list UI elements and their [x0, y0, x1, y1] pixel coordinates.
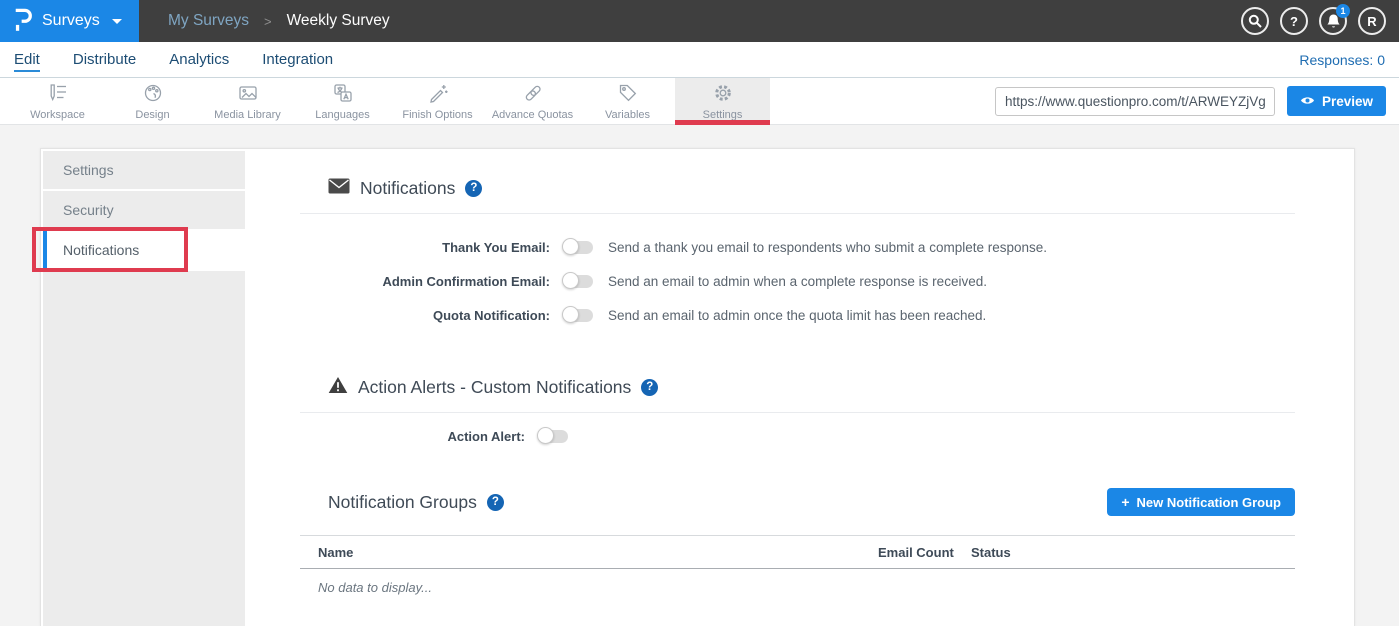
admin-confirmation-email-label: Admin Confirmation Email:	[300, 274, 550, 289]
toolbar-tab-variables[interactable]: Variables	[580, 78, 675, 124]
notification-groups-title: Notification Groups ?	[328, 492, 504, 513]
product-name: Surveys	[42, 12, 100, 30]
action-alert-rows: Action Alert:	[300, 419, 1295, 453]
settings-sidebar: Settings Security Notifications	[41, 149, 245, 626]
product-switcher[interactable]: Surveys	[0, 0, 139, 42]
quota-notification-label: Quota Notification:	[300, 308, 550, 323]
chevron-down-icon	[112, 19, 122, 24]
section-title: Action Alerts - Custom Notifications	[358, 377, 631, 398]
survey-nav: Edit Distribute Analytics Integration Re…	[0, 42, 1399, 78]
column-header-email-count: Email Count	[878, 545, 971, 560]
questionpro-logo-icon	[13, 6, 33, 37]
tab-integration[interactable]: Integration	[262, 51, 333, 68]
action-alert-row: Action Alert:	[300, 419, 1295, 453]
survey-url-input[interactable]	[995, 87, 1275, 116]
thank-you-email-toggle[interactable]	[563, 241, 593, 254]
column-header-status: Status	[971, 545, 1295, 560]
toolbar-tab-design[interactable]: Design	[105, 78, 200, 124]
help-tooltip-icon[interactable]: ?	[641, 379, 658, 396]
content-area: Settings Security Notifications Notifica…	[0, 125, 1399, 626]
sidebar-item-notifications[interactable]: Notifications	[43, 231, 245, 269]
sidebar-filler	[43, 271, 245, 626]
divider	[300, 412, 1295, 413]
thank-you-email-label: Thank You Email:	[300, 240, 550, 255]
new-notification-group-button[interactable]: + New Notification Group	[1107, 488, 1295, 516]
toolbar-tab-settings[interactable]: Settings	[675, 78, 770, 124]
envelope-icon	[328, 178, 350, 199]
quota-notification-row: Quota Notification: Send an email to adm…	[300, 298, 1295, 332]
annotation-settings-underline	[675, 120, 770, 125]
preview-button[interactable]: Preview	[1287, 86, 1386, 116]
header-actions: ? 1 R	[1241, 7, 1399, 35]
palette-icon	[142, 82, 164, 107]
empty-table-message: No data to display...	[300, 580, 1295, 595]
table-header-row: Name Email Count Status	[300, 535, 1295, 569]
chain-links-icon	[522, 82, 544, 107]
toolbar-tab-workspace[interactable]: Workspace	[10, 78, 105, 124]
thank-you-email-description: Send a thank you email to respondents wh…	[608, 240, 1047, 255]
eye-icon	[1300, 94, 1315, 109]
toolbar-tab-languages[interactable]: Languages	[295, 78, 390, 124]
notifications-section-header: Notifications ?	[328, 175, 1295, 201]
avatar[interactable]: R	[1358, 7, 1386, 35]
quota-notification-description: Send an email to admin once the quota li…	[608, 308, 986, 323]
breadcrumb-my-surveys[interactable]: My Surveys	[168, 12, 249, 30]
notification-groups-table: Name Email Count Status No data to displ…	[300, 535, 1295, 595]
breadcrumb-current-survey: Weekly Survey	[287, 12, 390, 30]
tab-edit[interactable]: Edit	[14, 51, 40, 68]
notifications-panel: Notifications ? Thank You Email: Send a …	[245, 149, 1354, 626]
search-icon[interactable]	[1241, 7, 1269, 35]
admin-confirmation-email-toggle[interactable]	[563, 275, 593, 288]
help-tooltip-icon[interactable]: ?	[465, 180, 482, 197]
section-title: Notifications	[360, 178, 455, 199]
notification-badge: 1	[1336, 4, 1350, 18]
workspace-icon	[47, 82, 69, 107]
thank-you-email-row: Thank You Email: Send a thank you email …	[300, 230, 1295, 264]
translate-icon	[332, 82, 354, 107]
column-header-name: Name	[300, 545, 878, 560]
toolbar-tab-advance-quotas[interactable]: Advance Quotas	[485, 78, 580, 124]
toolbar-right: Preview	[995, 78, 1399, 124]
top-bar: Surveys My Surveys > Weekly Survey ? 1 R	[0, 0, 1399, 42]
tab-analytics[interactable]: Analytics	[169, 51, 229, 68]
quota-notification-toggle[interactable]	[563, 309, 593, 322]
tab-distribute[interactable]: Distribute	[73, 51, 136, 68]
toolbar-tab-media-library[interactable]: Media Library	[200, 78, 295, 124]
settings-card: Settings Security Notifications Notifica…	[40, 148, 1355, 626]
breadcrumb: My Surveys > Weekly Survey	[168, 12, 390, 30]
image-icon	[237, 82, 259, 107]
admin-confirmation-email-description: Send an email to admin when a complete r…	[608, 274, 987, 289]
notifications-bell-icon[interactable]: 1	[1319, 7, 1347, 35]
notification-toggle-rows: Thank You Email: Send a thank you email …	[300, 230, 1295, 332]
plus-icon: +	[1121, 494, 1129, 510]
toolbar-tab-finish-options[interactable]: Finish Options	[390, 78, 485, 124]
help-icon[interactable]: ?	[1280, 7, 1308, 35]
admin-confirmation-email-row: Admin Confirmation Email: Send an email …	[300, 264, 1295, 298]
tag-icon	[617, 82, 639, 107]
action-alert-label: Action Alert:	[300, 429, 525, 444]
warning-triangle-icon	[328, 376, 348, 399]
sidebar-item-security[interactable]: Security	[43, 191, 245, 229]
pen-icon	[427, 82, 449, 107]
notification-groups-header: Notification Groups ? + New Notification…	[300, 487, 1295, 517]
breadcrumb-separator: >	[264, 14, 272, 29]
edit-toolbar: Workspace Design Media Library	[0, 78, 1399, 125]
help-tooltip-icon[interactable]: ?	[487, 494, 504, 511]
divider	[300, 213, 1295, 214]
gear-icon	[712, 82, 734, 107]
action-alert-toggle[interactable]	[538, 430, 568, 443]
action-alerts-section-header: Action Alerts - Custom Notifications ?	[328, 374, 1295, 400]
responses-count[interactable]: Responses: 0	[1299, 52, 1385, 68]
sidebar-item-settings[interactable]: Settings	[43, 151, 245, 189]
